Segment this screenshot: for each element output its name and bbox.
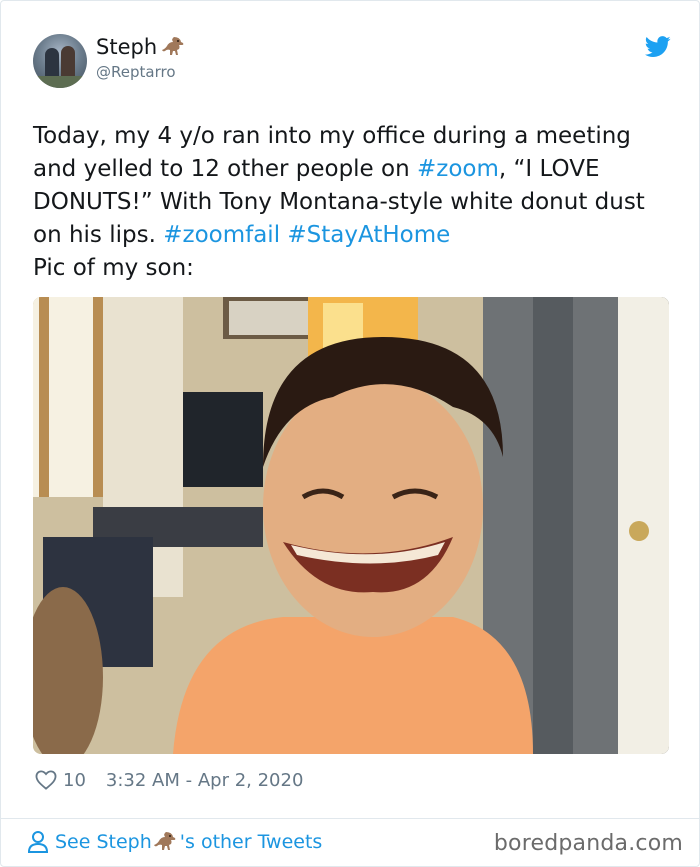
photo-illustration: [33, 297, 669, 754]
child-smiling-photo[interactable]: [33, 297, 669, 754]
avatar[interactable]: [33, 34, 87, 88]
see-more-suffix: 's other Tweets: [179, 831, 323, 853]
hashtag-link[interactable]: #StayAtHome: [287, 222, 450, 248]
heart-icon[interactable]: [35, 770, 57, 790]
tweet-timestamp[interactable]: 3:32 AM - Apr 2, 2020: [106, 770, 304, 791]
hashtag-link[interactable]: #zoomfail: [163, 222, 280, 248]
tweet-text: Today, my 4 y/o ran into my office durin…: [33, 120, 669, 285]
tweet-card: Steph @Reptarro Today, my 4 y/o ran into…: [0, 0, 700, 867]
hashtag-link[interactable]: #zoom: [417, 156, 499, 182]
like-count[interactable]: 10: [63, 770, 86, 791]
author-handle[interactable]: @Reptarro: [96, 63, 176, 81]
tweet-meta: 10 3:32 AM - Apr 2, 2020: [35, 767, 303, 793]
user-icon: [27, 831, 49, 853]
author-name-row[interactable]: Steph: [96, 32, 187, 62]
twitter-bird-icon[interactable]: [645, 36, 671, 58]
footer-divider: [1, 818, 699, 819]
tweet-header: Steph @Reptarro: [33, 32, 673, 92]
t-rex-icon: [153, 832, 176, 850]
author-name[interactable]: Steph: [96, 35, 157, 59]
see-more-prefix: See Steph: [55, 831, 152, 853]
t-rex-icon: [162, 37, 184, 55]
boredpanda-watermark: boredpanda.com: [493, 831, 683, 856]
tweet-text-segment: Pic of my son:: [33, 255, 194, 281]
see-other-tweets-link[interactable]: See Steph 's other Tweets: [27, 829, 322, 855]
